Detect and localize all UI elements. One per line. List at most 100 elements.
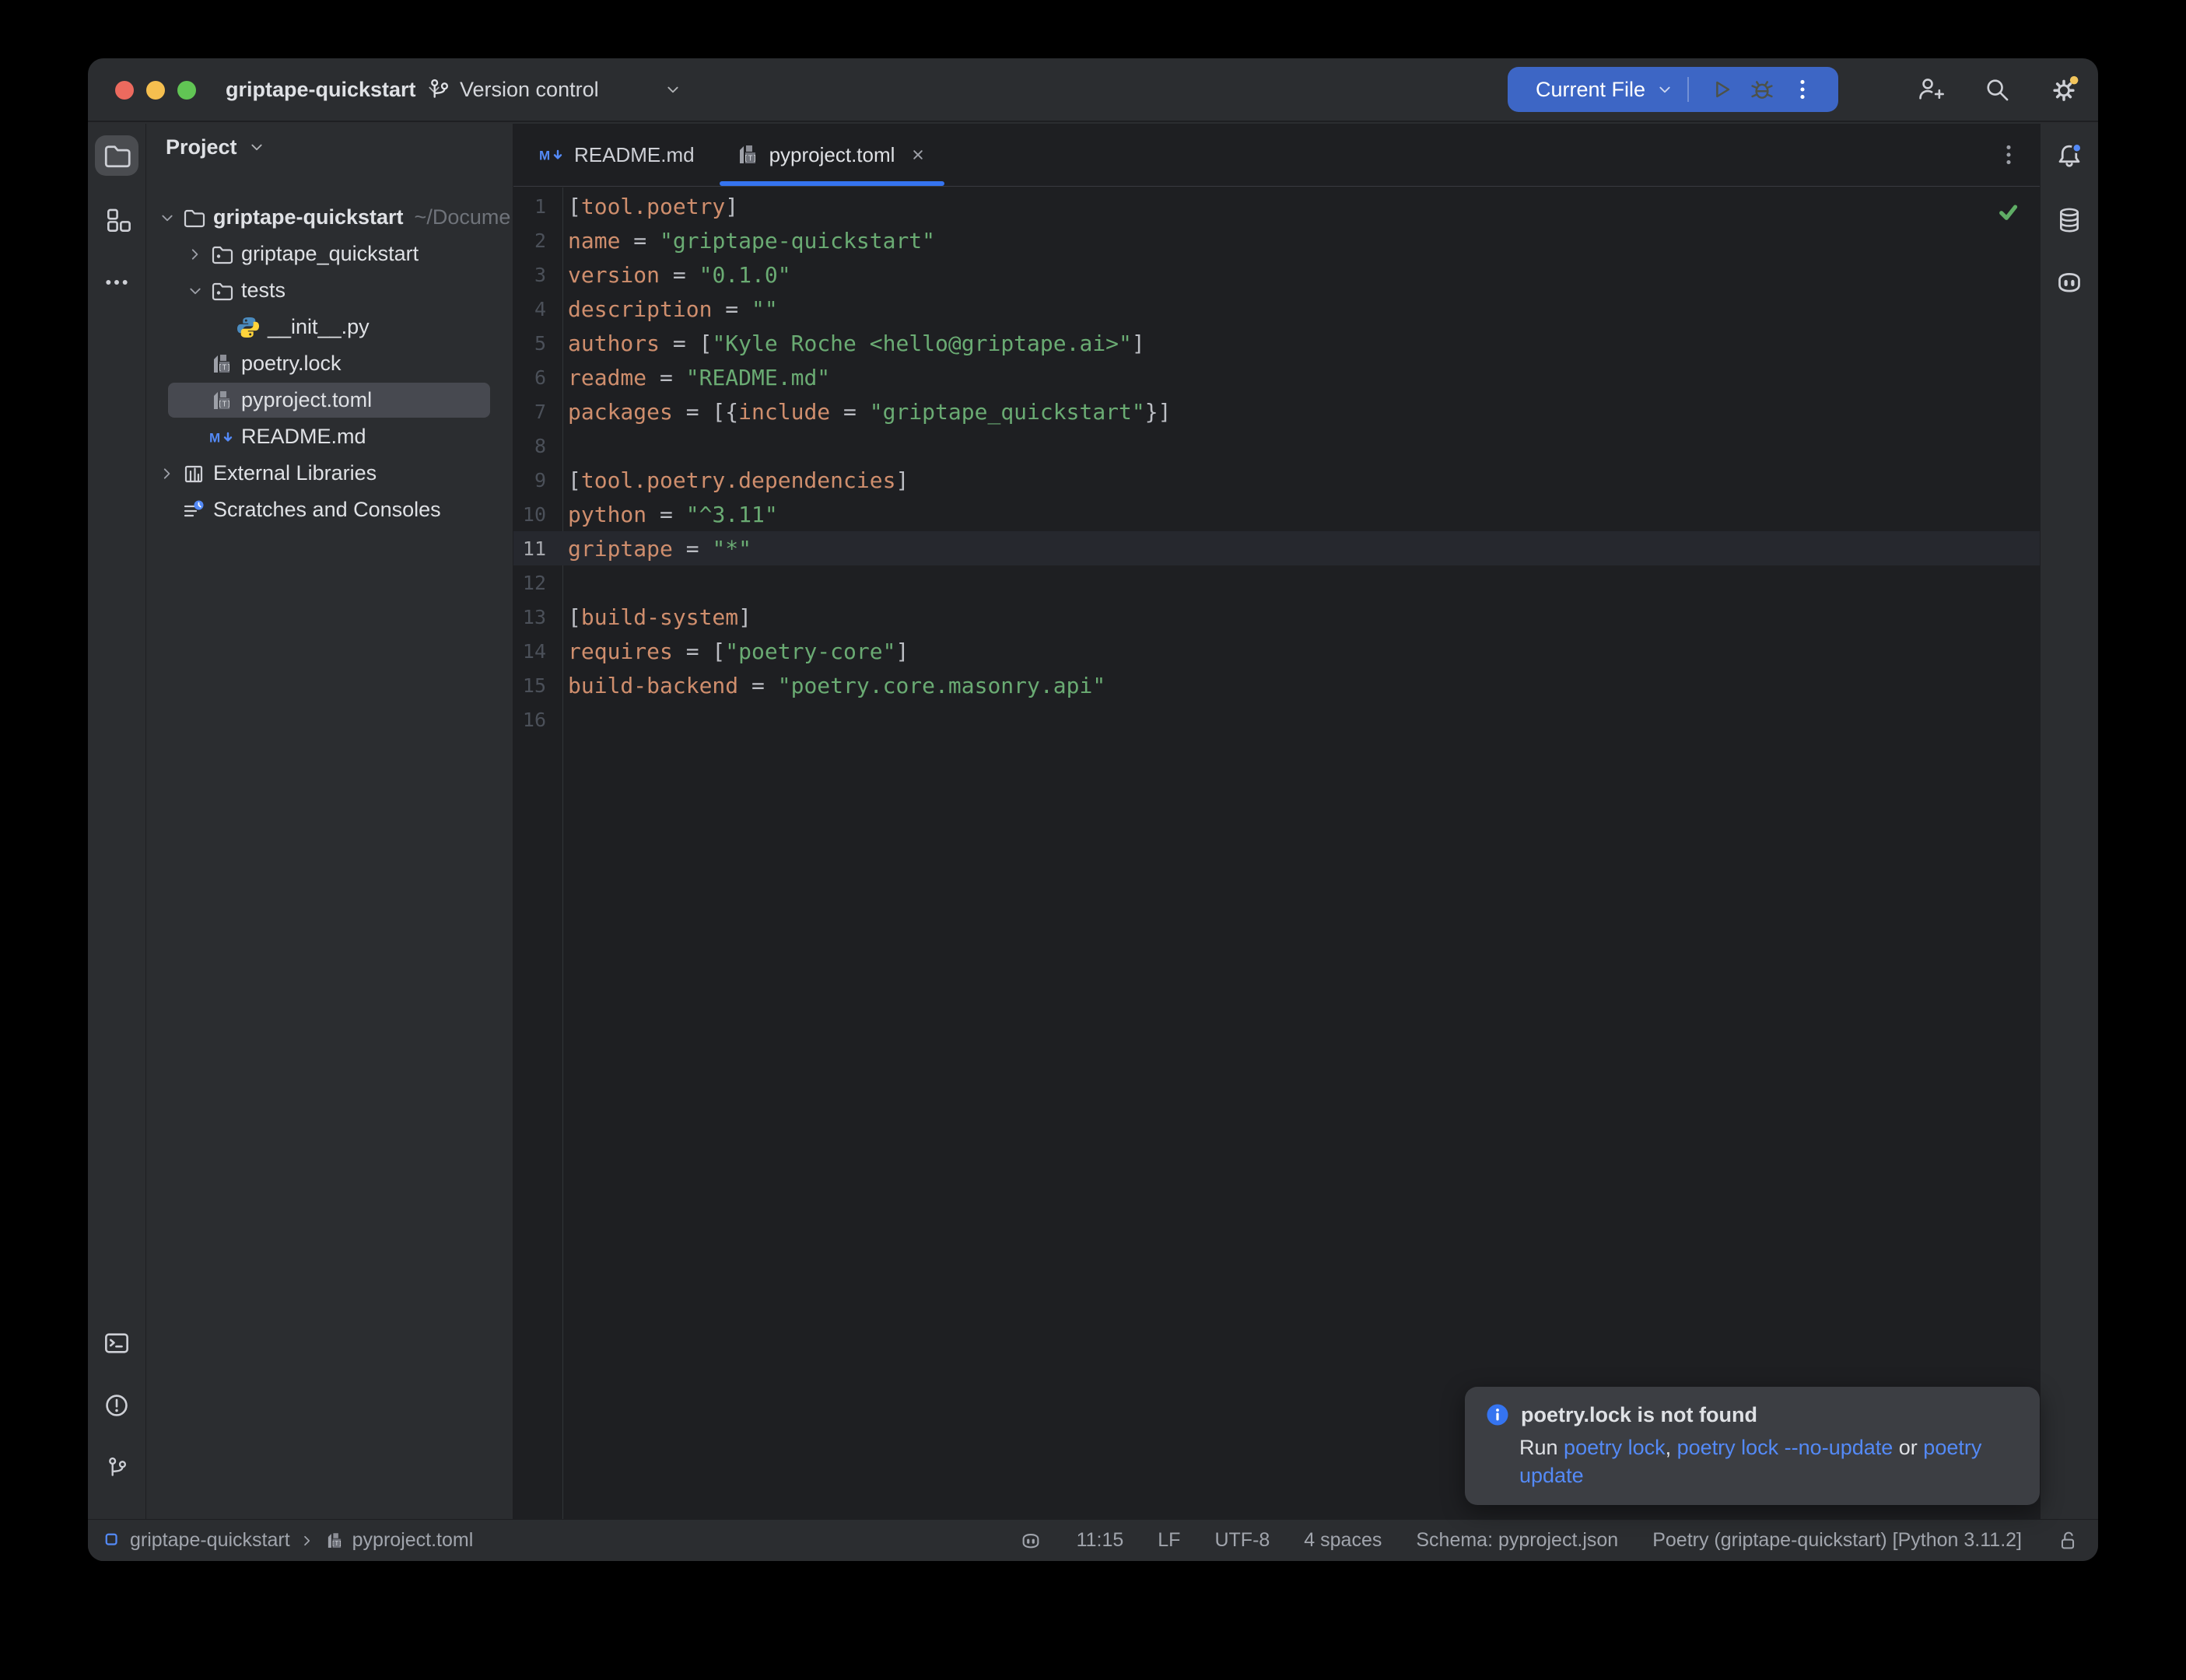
status-item-schema-pyproject-json[interactable]: Schema: pyproject.json [1416, 1529, 1618, 1552]
more-run-options-button[interactable] [1782, 69, 1823, 110]
info-icon [1485, 1402, 1510, 1427]
code-line-9[interactable]: 9[tool.poetry.dependencies] [513, 463, 2040, 497]
markdown-icon: M [208, 424, 235, 450]
code-line-15[interactable]: 15build-backend = "poetry.core.masonry.a… [513, 668, 2040, 702]
code-line-13[interactable]: 13[build-system] [513, 600, 2040, 634]
maximize-window-button[interactable] [177, 81, 196, 100]
chevron-right-icon[interactable] [154, 460, 180, 487]
code-line-11[interactable]: 11griptape = "*" [513, 531, 2040, 565]
code-line-14[interactable]: 14requires = ["poetry-core"] [513, 634, 2040, 668]
code-editor[interactable]: 1[tool.poetry]2name = "griptape-quicksta… [513, 187, 2040, 1519]
problems-toolwindow-button[interactable] [95, 1385, 138, 1426]
code-line-7[interactable]: 7packages = [{include = "griptape_quicks… [513, 394, 2040, 429]
terminal-toolwindow-button[interactable] [95, 1323, 138, 1363]
line-number: 15 [513, 674, 562, 697]
project-toolwindow-button[interactable] [95, 135, 138, 176]
editor-tab-bar: MREADME.md[T]pyproject.toml [513, 124, 2040, 187]
run-widget: Current File [1508, 67, 1838, 112]
code-text: griptape = "*" [562, 536, 751, 562]
folder-dot-icon [208, 241, 235, 268]
line-number: 4 [513, 298, 562, 320]
run-button[interactable] [1701, 69, 1742, 110]
line-number: 16 [513, 709, 562, 731]
notification-balloon: poetry.lock is not found Run poetry lock… [1465, 1387, 2040, 1505]
search-everywhere-button[interactable] [1980, 72, 2014, 107]
window-controls [115, 81, 196, 100]
vcs-widget[interactable]: Version control [426, 58, 683, 121]
tab-readme-md[interactable]: MREADME.md [518, 124, 715, 186]
tree-item-external-libraries[interactable]: External Libraries [146, 455, 513, 492]
copilot-status-icon[interactable] [1019, 1529, 1042, 1552]
toml-file-icon: [T] [324, 1531, 345, 1551]
settings-button[interactable] [2047, 72, 2081, 107]
close-window-button[interactable] [115, 81, 134, 100]
code-line-16[interactable]: 16 [513, 702, 2040, 737]
chevron-right-icon[interactable] [182, 241, 208, 268]
close-tab-icon[interactable] [907, 144, 929, 166]
notification-text: or [1893, 1436, 1923, 1459]
notification-body: Run poetry lock, poetry lock --no-update… [1519, 1433, 2017, 1489]
status-item-4-spaces[interactable]: 4 spaces [1304, 1529, 1382, 1552]
chevron-down-icon[interactable] [154, 205, 180, 231]
tab-options-button[interactable] [1992, 138, 2026, 172]
tree-item-scratches-and-consoles[interactable]: Scratches and Consoles [146, 492, 513, 528]
code-line-12[interactable]: 12 [513, 565, 2040, 600]
tree-item-poetry-lock[interactable]: [T]poetry.lock [146, 345, 513, 382]
more-toolwindows-button[interactable] [95, 262, 138, 303]
status-item-11-15[interactable]: 11:15 [1077, 1529, 1124, 1552]
database-icon [2055, 205, 2084, 235]
code-line-1[interactable]: 1[tool.poetry] [513, 189, 2040, 223]
folder-dot-icon [208, 278, 235, 304]
notification-title: poetry.lock is not found [1521, 1403, 1757, 1427]
unlock-icon[interactable] [2056, 1529, 2079, 1552]
notification-link[interactable]: poetry lock [1564, 1436, 1666, 1459]
tree-item-griptape-quickstart[interactable]: griptape-quickstart~/Docume [146, 199, 513, 236]
copilot-icon [2054, 267, 2085, 298]
code-text: name = "griptape-quickstart" [562, 228, 935, 254]
code-line-5[interactable]: 5authors = ["Kyle Roche <hello@griptape.… [513, 326, 2040, 360]
tree-item-griptape-quickstart[interactable]: griptape_quickstart [146, 236, 513, 272]
project-widget[interactable]: griptape-quickstart [226, 58, 444, 121]
breadcrumb-file[interactable]: pyproject.toml [352, 1529, 474, 1552]
project-name: griptape-quickstart [226, 78, 416, 102]
tree-item-tests[interactable]: tests [146, 272, 513, 309]
line-number: 8 [513, 435, 562, 457]
code-line-8[interactable]: 8 [513, 429, 2040, 463]
line-number: 1 [513, 195, 562, 218]
structure-icon [102, 205, 131, 235]
run-config-selector[interactable]: Current File [1536, 78, 1645, 102]
chevron-down-icon [247, 137, 267, 157]
code-text: description = "" [562, 296, 778, 322]
folder-icon [180, 205, 207, 231]
code-line-3[interactable]: 3version = "0.1.0" [513, 257, 2040, 292]
breadcrumb-project[interactable]: griptape-quickstart [130, 1529, 290, 1552]
minimize-window-button[interactable] [146, 81, 165, 100]
tree-item-label: poetry.lock [241, 352, 342, 376]
code-line-10[interactable]: 10python = "^3.11" [513, 497, 2040, 531]
divider [1687, 77, 1689, 102]
project-panel-header[interactable]: Project [166, 124, 267, 170]
status-item-lf[interactable]: LF [1158, 1529, 1180, 1552]
database-toolwindow-button[interactable] [2048, 200, 2091, 240]
tree-item-pyproject-toml[interactable]: [T]pyproject.toml [146, 382, 513, 418]
code-line-4[interactable]: 4description = "" [513, 292, 2040, 326]
structure-toolwindow-button[interactable] [95, 200, 138, 240]
chevron-spacer [182, 387, 208, 414]
chevron-down-icon[interactable] [182, 278, 208, 304]
notifications-button[interactable] [2048, 135, 2091, 176]
copilot-toolwindow-button[interactable] [2048, 262, 2091, 303]
code-line-2[interactable]: 2name = "griptape-quickstart" [513, 223, 2040, 257]
add-user-button[interactable] [1913, 72, 1947, 107]
debug-button[interactable] [1742, 69, 1782, 110]
library-icon [180, 460, 207, 487]
status-item-utf-8[interactable]: UTF-8 [1214, 1529, 1270, 1552]
inspections-ok-icon[interactable] [1993, 197, 2023, 226]
code-line-6[interactable]: 6readme = "README.md" [513, 360, 2040, 394]
tab-pyproject-toml[interactable]: [T]pyproject.toml [715, 124, 950, 186]
status-item-poetry-griptape-quickstart-pyt[interactable]: Poetry (griptape-quickstart) [Python 3.1… [1652, 1529, 2022, 1552]
notification-link[interactable]: poetry lock --no-update [1677, 1436, 1893, 1459]
tree-item--init-py[interactable]: __init__.py [146, 309, 513, 345]
vcs-toolwindow-button[interactable] [95, 1447, 138, 1488]
tree-item-readme-md[interactable]: MREADME.md [146, 418, 513, 455]
toml-icon: [T] [208, 351, 235, 377]
